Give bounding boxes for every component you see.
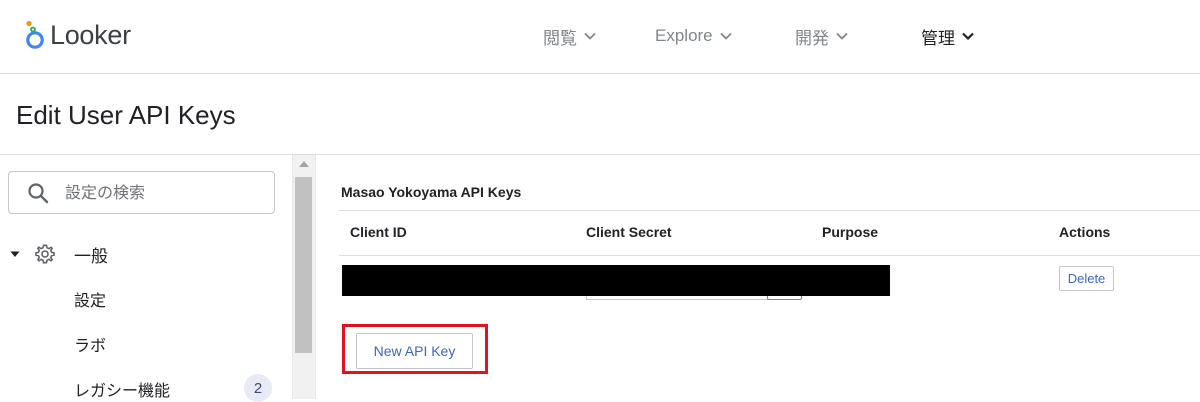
divider (339, 210, 1200, 211)
search-icon (28, 182, 49, 203)
chevron-down-icon (584, 32, 596, 40)
divider (0, 154, 1200, 155)
nav-explore[interactable]: Explore (655, 24, 732, 48)
settings-search[interactable] (8, 171, 275, 214)
divider (339, 255, 1200, 256)
redacted-credentials-block (342, 265, 890, 296)
chevron-down-icon (720, 32, 732, 40)
count-badge: 2 (244, 374, 272, 402)
scroll-up-arrow-icon[interactable] (298, 160, 310, 168)
chevron-down-icon (962, 32, 974, 40)
chevron-down-icon (836, 32, 848, 40)
delete-key-button[interactable]: Delete (1059, 266, 1114, 291)
caret-down-icon[interactable] (10, 249, 20, 259)
sidebar-item-label: ラボ (74, 336, 107, 355)
nav-browse[interactable]: 閲覧 (543, 24, 596, 48)
column-header-purpose: Purpose (822, 224, 879, 240)
nav-label: 管理 (921, 28, 955, 48)
gear-icon (35, 244, 55, 264)
nav-label: 開発 (795, 28, 829, 48)
nav-label: Explore (655, 26, 713, 45)
brand-name: Looker (50, 19, 131, 50)
column-header-client-id: Client ID (350, 224, 407, 240)
sidebar-scrollbar[interactable] (292, 155, 316, 399)
looker-logo-icon (26, 20, 44, 49)
sidebar-group-label: 一般 (74, 246, 108, 267)
column-header-client-secret: Client Secret (586, 224, 672, 240)
nav-label: 閲覧 (543, 28, 577, 48)
nav-admin[interactable]: 管理 (921, 24, 974, 48)
new-api-key-button[interactable]: New API Key (356, 333, 473, 369)
scrollbar-thumb[interactable] (295, 177, 312, 353)
settings-search-input[interactable] (63, 182, 257, 203)
nav-develop[interactable]: 開発 (795, 24, 848, 48)
sidebar-item-settings[interactable]: 設定 (74, 286, 106, 312)
looker-logo[interactable]: Looker (24, 18, 131, 52)
column-header-actions: Actions (1059, 224, 1111, 240)
top-nav-bar: Looker 閲覧 Explore 開発 管理 (0, 0, 1200, 74)
sidebar-item-labs[interactable]: ラボ (74, 331, 106, 357)
api-keys-section-title: Masao Yokoyama API Keys (341, 184, 522, 200)
sidebar-group-general[interactable]: 一般 (8, 240, 278, 268)
sidebar-item-legacy-features[interactable]: レガシー機能 (74, 376, 170, 402)
sidebar-item-label: 設定 (74, 291, 107, 310)
sidebar-item-label: レガシー機能 (74, 381, 171, 400)
page-title: Edit User API Keys (16, 100, 236, 130)
